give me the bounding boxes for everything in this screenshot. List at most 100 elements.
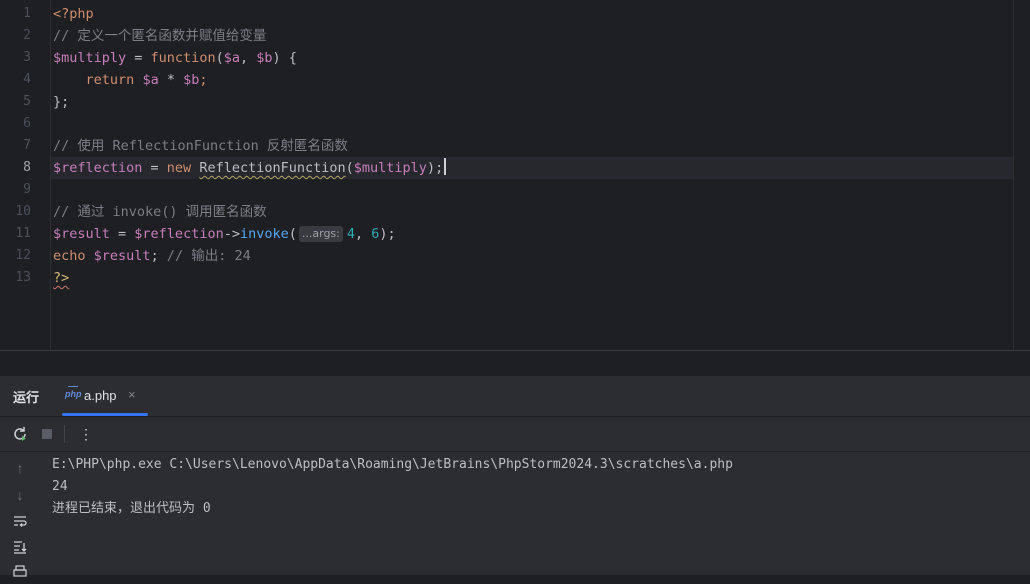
rerun-button[interactable]: [10, 424, 30, 444]
stop-button[interactable]: [37, 424, 57, 444]
soft-wrap-svg: [14, 516, 27, 527]
scroll-to-end-icon[interactable]: [10, 539, 30, 557]
console-line: E:\PHP\php.exe C:\Users\Lenovo\AppData\R…: [52, 457, 733, 472]
text-caret: [444, 158, 447, 175]
semicolon-token: ;: [199, 72, 208, 88]
line-number: 2: [23, 28, 31, 43]
operator-token: =: [126, 50, 151, 66]
code-line-1[interactable]: <?php: [53, 3, 94, 25]
console-line: 24: [52, 479, 68, 494]
variable-token: $b: [183, 72, 200, 88]
console-output[interactable]: E:\PHP\php.exe C:\Users\Lenovo\AppData\R…: [52, 454, 733, 520]
console-line: 进程已结束，退出代码为 0: [52, 501, 211, 516]
paren-token: );: [426, 160, 444, 176]
semicolon-token: ;: [150, 248, 167, 264]
soft-wrap-icon[interactable]: [10, 513, 30, 531]
tab-a-php[interactable]: php a.php ×: [62, 376, 148, 416]
paren-token: );: [379, 226, 396, 242]
comment: // 通过 invoke() 调用匿名函数: [53, 204, 267, 220]
code-area[interactable]: <?php // 定义一个匿名函数并赋值给变量 $multiply = func…: [51, 0, 1014, 350]
keyword-token: new: [166, 160, 192, 176]
number-token: 4: [346, 226, 356, 242]
print-icon[interactable]: [10, 564, 30, 582]
variable-token: $multiply: [53, 50, 127, 66]
arrow-token: ->: [223, 226, 240, 242]
variable-token: $result: [93, 248, 151, 264]
class-name-token: ReflectionFunction: [199, 160, 346, 176]
code-editor[interactable]: 1 2 3 4 5 6 7 8 9 10 11 12 13 <?php // 定…: [0, 0, 1030, 350]
scroll-to-end-svg: [14, 541, 27, 554]
paren-token: (: [345, 160, 354, 176]
line-number: 1: [23, 6, 31, 21]
method-token: invoke: [239, 226, 289, 242]
more-options-button[interactable]: ⋮: [70, 424, 93, 444]
code-line-2[interactable]: // 定义一个匿名函数并赋值给变量: [53, 25, 266, 47]
code-line-11[interactable]: $result = $reflection->invoke(...args: 4,…: [53, 223, 396, 245]
php-open-tag: <?php: [53, 6, 94, 22]
param-token: $a: [223, 50, 240, 66]
operator-token: *: [158, 72, 184, 88]
comment: // 输出: 24: [166, 248, 251, 264]
code-line-7[interactable]: // 使用 ReflectionFunction 反射匿名函数: [53, 135, 348, 157]
comment: // 定义一个匿名函数并赋值给变量: [53, 28, 267, 44]
kebab-menu-icon: ⋮: [79, 426, 93, 442]
line-number: 12: [15, 248, 31, 263]
console-side-toolbar: ↑ ↓: [0, 452, 40, 577]
comment: // 使用 ReflectionFunction 反射匿名函数: [53, 138, 348, 154]
php-file-icon: php: [65, 386, 82, 399]
line-number-gutter: 1 2 3 4 5 6 7 8 9 10 11 12 13: [0, 0, 51, 350]
operator-token: =: [142, 160, 167, 176]
line-number: 6: [23, 116, 31, 131]
comma-token: ,: [239, 50, 257, 66]
brace-token: };: [53, 94, 70, 110]
param-token: $b: [256, 50, 273, 66]
code-line-8[interactable]: $reflection = new ReflectionFunction($mu…: [53, 157, 447, 179]
code-line-5[interactable]: };: [53, 91, 69, 113]
paren-token: ) {: [272, 50, 297, 66]
keyword-token: echo: [53, 248, 86, 264]
operator-token: =: [109, 226, 135, 242]
variable-token: $result: [53, 226, 110, 242]
paren-token: (: [288, 226, 297, 242]
toolbar-separator: [64, 425, 65, 443]
run-tool-window: 运行 php a.php × ⋮ ↑ ↓ E:\PHP\php.exe C:\U…: [0, 376, 1030, 577]
close-icon[interactable]: ×: [128, 387, 136, 402]
line-number: 13: [15, 270, 31, 285]
run-toolbar: ⋮: [0, 417, 1030, 452]
stop-icon: [42, 429, 52, 439]
variable-token: $a: [142, 72, 159, 88]
comma-token: ,: [355, 226, 372, 242]
variable-token: $reflection: [53, 160, 143, 176]
line-number-current: 8: [23, 160, 31, 175]
code-line-3[interactable]: $multiply = function($a, $b) {: [53, 47, 297, 69]
line-number: 9: [23, 182, 31, 197]
tab-label: a.php: [84, 388, 117, 403]
keyword-token: function: [150, 50, 216, 66]
variable-token: $reflection: [134, 226, 224, 242]
parameter-hint: ...args:: [298, 226, 343, 242]
arrow-down-icon[interactable]: ↓: [10, 486, 30, 504]
print-svg: [13, 565, 27, 577]
rerun-icon: [14, 427, 26, 441]
run-panel-title: 运行: [13, 390, 40, 405]
code-line-13[interactable]: ?>: [53, 267, 69, 289]
line-number: 3: [23, 50, 31, 65]
line-number: 7: [23, 138, 31, 153]
code-line-10[interactable]: // 通过 invoke() 调用匿名函数: [53, 201, 267, 223]
line-number: 11: [15, 226, 31, 241]
editor-scrollbar[interactable]: [1013, 0, 1014, 350]
line-number: 4: [23, 72, 31, 87]
paren-token: (: [215, 50, 224, 66]
active-tab-indicator: [62, 413, 148, 416]
keyword-token: return: [85, 72, 135, 88]
panel-splitter[interactable]: [0, 350, 1030, 377]
code-line-12[interactable]: echo $result; // 输出: 24: [53, 245, 251, 267]
line-number: 10: [15, 204, 31, 219]
code-line-4[interactable]: return $a * $b;: [53, 69, 208, 91]
arrow-up-icon[interactable]: ↑: [10, 459, 30, 477]
run-tab-bar: 运行 php a.php ×: [0, 376, 1030, 417]
variable-token: $multiply: [353, 160, 427, 176]
php-close-tag: ?>: [53, 270, 70, 286]
